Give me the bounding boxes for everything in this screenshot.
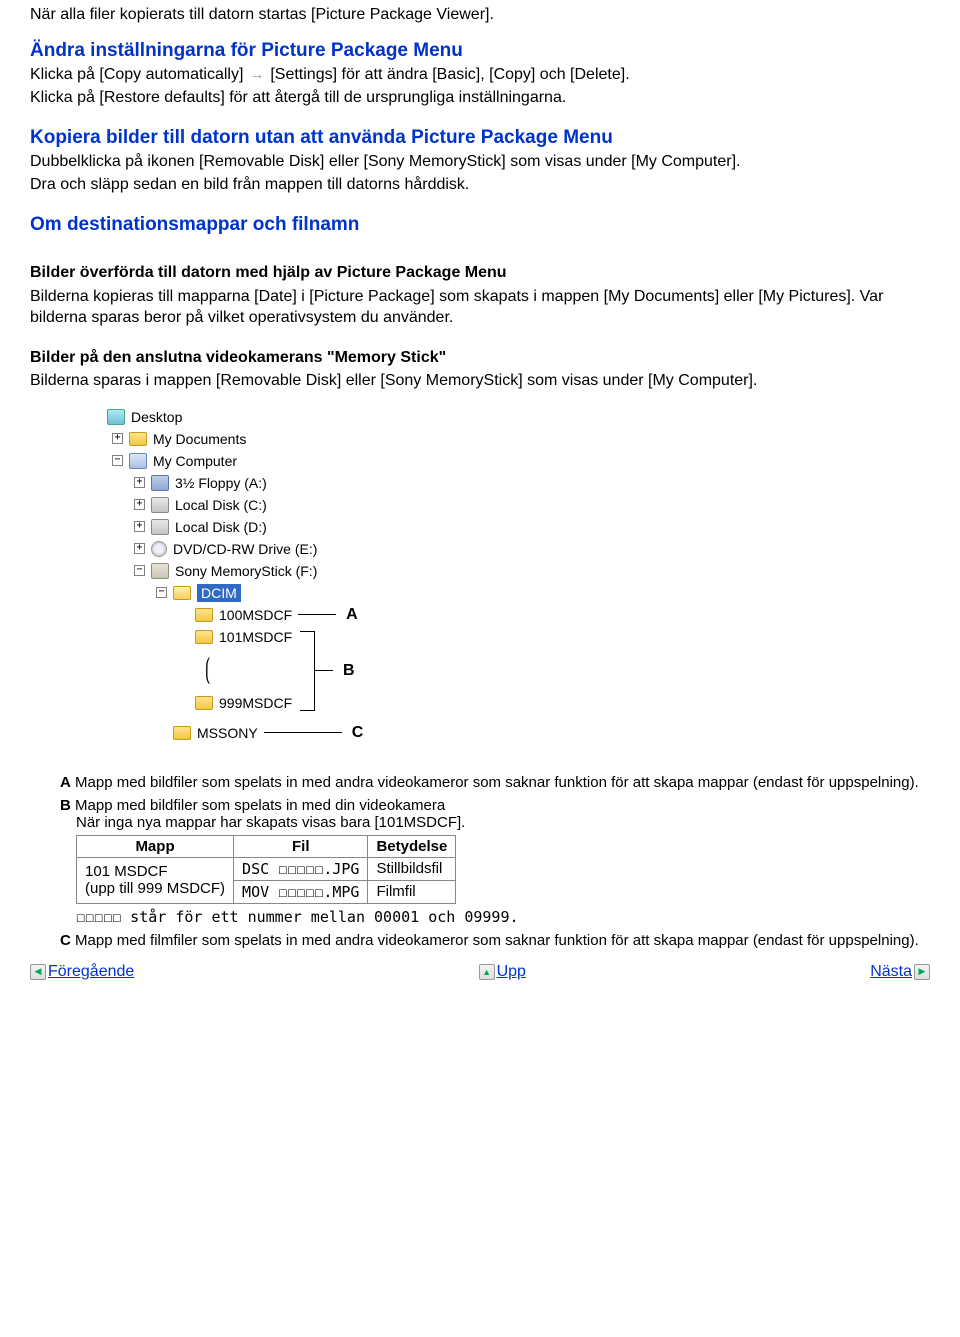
copy-line-1: Dubbelklicka på ikonen [Removable Disk] … xyxy=(30,151,930,173)
settings-line-2: Klicka på [Restore defaults] för att åte… xyxy=(30,87,930,109)
expand-icon[interactable] xyxy=(134,521,145,532)
folder-icon xyxy=(129,432,147,446)
computer-icon xyxy=(129,453,147,469)
tree-999msdcf[interactable]: 999MSDCF xyxy=(90,692,930,714)
tree-100msdcf[interactable]: 100MSDCF A xyxy=(90,604,930,626)
td-mov: MOV ☐☐☐☐☐.MPG xyxy=(234,880,368,903)
nav-next[interactable]: Nästa xyxy=(870,963,930,981)
folder-icon xyxy=(195,608,213,622)
sub2-heading: Bilder på den anslutna videokamerans "Me… xyxy=(30,347,930,369)
td-dsc: DSC ☐☐☐☐☐.JPG xyxy=(234,857,368,880)
letter-a: A xyxy=(346,606,358,624)
expand-icon[interactable] xyxy=(134,499,145,510)
tree-localc[interactable]: Local Disk (C:) xyxy=(90,494,930,516)
tree-dcim[interactable]: DCIM xyxy=(90,582,930,604)
drive-icon xyxy=(151,497,169,513)
folder-tree: Desktop My Documents My Computer 3½ Flop… xyxy=(90,406,930,744)
tree-mssony[interactable]: MSSONY C xyxy=(90,722,930,744)
sub1-heading: Bilder överförda till datorn med hjälp a… xyxy=(30,262,930,284)
tree-dvd[interactable]: DVD/CD-RW Drive (E:) xyxy=(90,538,930,560)
explanation-list: A Mapp med bildfiler som spelats in med … xyxy=(60,774,930,949)
td-still: Stillbildsfil xyxy=(368,857,456,880)
th-bet: Betydelse xyxy=(368,835,456,857)
expand-icon[interactable] xyxy=(134,477,145,488)
letter-b: B xyxy=(343,662,355,680)
dvd-icon xyxy=(151,541,167,557)
collapse-icon[interactable] xyxy=(112,455,123,466)
settings-line-1a: Klicka på [Copy automatically] xyxy=(30,66,243,83)
collapse-icon[interactable] xyxy=(134,565,145,576)
intro-text: När alla filer kopierats till datorn sta… xyxy=(30,4,930,26)
th-fil: Fil xyxy=(234,835,368,857)
sub2-body: Bilderna sparas i mappen [Removable Disk… xyxy=(30,370,930,392)
tree-locald[interactable]: Local Disk (D:) xyxy=(90,516,930,538)
floppy-icon xyxy=(151,475,169,491)
memorystick-icon xyxy=(151,563,169,579)
expand-icon[interactable] xyxy=(112,433,123,444)
dcim-label: DCIM xyxy=(197,584,241,602)
folder-open-icon xyxy=(173,586,191,600)
folder-icon xyxy=(195,630,213,644)
nav-prev[interactable]: Föregående xyxy=(30,963,134,981)
tree-101msdcf[interactable]: 101MSDCF xyxy=(90,626,930,648)
tree-floppy[interactable]: 3½ Floppy (A:) xyxy=(90,472,930,494)
item-c: C Mapp med filmfiler som spelats in med … xyxy=(60,932,930,949)
expand-icon[interactable] xyxy=(134,543,145,554)
desktop-icon xyxy=(107,409,125,425)
settings-line-1b: [Settings] för att ändra [Basic], [Copy]… xyxy=(270,66,629,83)
td-mapp: 101 MSDCF (upp till 999 MSDCF) xyxy=(77,857,234,903)
folder-icon xyxy=(195,696,213,710)
settings-line-1: Klicka på [Copy automatically] → [Settin… xyxy=(30,64,930,86)
table-note: ☐☐☐☐☐ står för ett nummer mellan 00001 o… xyxy=(76,908,930,926)
bottom-nav: Föregående Upp Nästa xyxy=(30,963,930,981)
collapse-icon[interactable] xyxy=(156,587,167,598)
drive-icon xyxy=(151,519,169,535)
heading-copy: Kopiera bilder till datorn utan att anvä… xyxy=(30,127,930,149)
tree-mydocs[interactable]: My Documents xyxy=(90,428,930,450)
file-table: Mapp Fil Betydelse 101 MSDCF (upp till 9… xyxy=(76,835,456,904)
nav-prev-icon xyxy=(30,964,46,980)
nav-up-icon xyxy=(479,964,495,980)
tree-sony[interactable]: Sony MemoryStick (F:) xyxy=(90,560,930,582)
th-mapp: Mapp xyxy=(77,835,234,857)
heading-dest: Om destinationsmappar och filnamn xyxy=(30,214,930,236)
heading-settings: Ändra inställningarna för Picture Packag… xyxy=(30,40,930,62)
folder-icon xyxy=(173,726,191,740)
letter-c: C xyxy=(352,724,364,742)
item-b: B Mapp med bildfiler som spelats in med … xyxy=(60,797,930,926)
tree-ellipsis: ⟮ xyxy=(90,648,930,692)
item-b-sub: När inga nya mappar har skapats visas ba… xyxy=(76,814,930,831)
arrow-icon: → xyxy=(248,65,266,84)
td-film: Filmfil xyxy=(368,880,456,903)
nav-up[interactable]: Upp xyxy=(479,963,526,981)
copy-line-2: Dra och släpp sedan en bild från mappen … xyxy=(30,174,930,196)
tree-desktop[interactable]: Desktop xyxy=(90,406,930,428)
sub1-body: Bilderna kopieras till mapparna [Date] i… xyxy=(30,286,930,329)
item-a: A Mapp med bildfiler som spelats in med … xyxy=(60,774,930,791)
nav-next-icon xyxy=(914,964,930,980)
tree-mycomp[interactable]: My Computer xyxy=(90,450,930,472)
